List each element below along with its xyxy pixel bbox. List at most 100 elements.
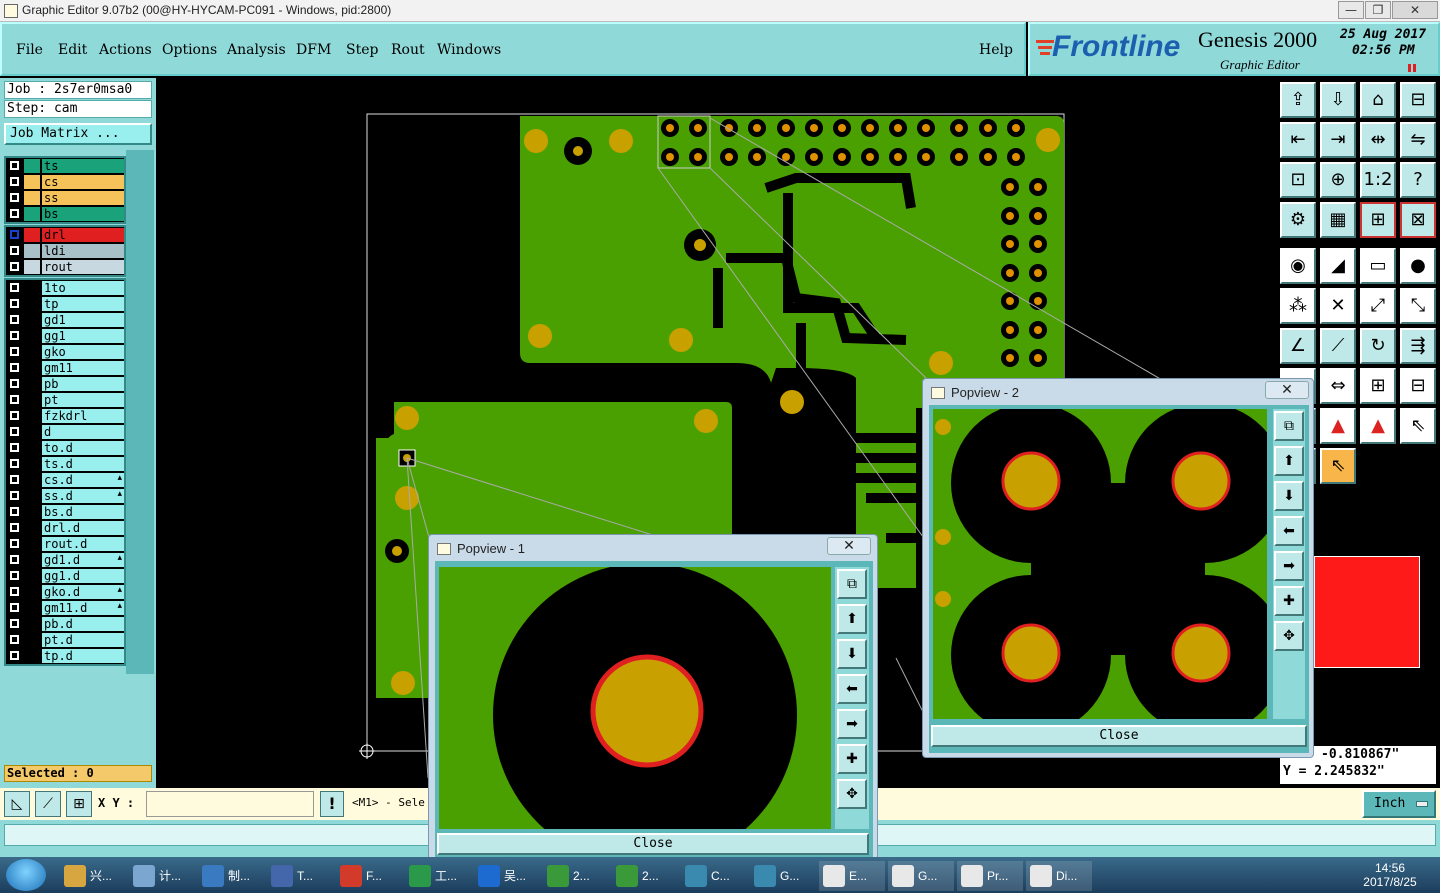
taskbar-item[interactable]: T... [267, 861, 333, 891]
warn-c-icon[interactable]: ▲ [1360, 408, 1396, 444]
menu-options[interactable]: Options [162, 42, 217, 58]
taskbar-item[interactable]: G... [750, 861, 816, 891]
layer-name[interactable]: gd1.d [42, 553, 124, 567]
layer-row[interactable]: 1to [6, 280, 124, 296]
matrix-red-icon[interactable]: ⊞ [1360, 202, 1396, 238]
layer-row[interactable]: drl.d [6, 520, 124, 536]
layer-row[interactable]: ts [6, 158, 124, 174]
layer-row[interactable]: ss [6, 190, 124, 206]
warning-icon[interactable]: ! [320, 791, 344, 817]
layer-name[interactable]: pb [42, 377, 124, 391]
flip-icon[interactable]: ⇹ [1360, 122, 1396, 158]
layer-checkbox[interactable] [9, 538, 20, 549]
layer-checkbox[interactable] [9, 176, 20, 187]
select-c-icon[interactable]: ⇖ [1320, 448, 1356, 484]
layer-name[interactable]: rout.d [42, 537, 124, 551]
layer-checkbox[interactable] [9, 426, 20, 437]
zoom-home-icon[interactable]: ⇪ [1280, 82, 1316, 118]
select-a-icon[interactable]: ⇖ [1400, 408, 1436, 444]
close-window-button[interactable]: ✕ [1392, 1, 1438, 19]
ruler-icon[interactable]: ▭ [1360, 248, 1396, 284]
dot-icon[interactable]: ● [1400, 248, 1436, 284]
layer-row[interactable]: bs.d [6, 504, 124, 520]
group-icon[interactable]: ⊟ [1400, 368, 1436, 404]
layer-checkbox[interactable] [9, 506, 20, 517]
full-view-icon[interactable]: ⊟ [1400, 82, 1436, 118]
layer-checkbox[interactable] [9, 298, 20, 309]
layer-row[interactable]: bs [6, 206, 124, 222]
system-clock[interactable]: 14:56 2017/8/25 [1345, 861, 1435, 891]
layer-row[interactable]: gd1.d ▴ [6, 552, 124, 568]
layer-row[interactable]: pt [6, 392, 124, 408]
layer-checkbox[interactable] [9, 602, 20, 613]
zoom-out-icon[interactable]: ✥ [837, 779, 867, 809]
layer-checkbox[interactable] [9, 650, 20, 661]
layer-name[interactable]: to.d [42, 441, 124, 455]
layer-checkbox[interactable] [9, 208, 20, 219]
line-color-icon[interactable]: ◢ [1320, 248, 1356, 284]
pan-down-icon[interactable]: ⬇ [837, 639, 867, 669]
menu-windows[interactable]: Windows [437, 42, 501, 58]
layer-name[interactable]: pt.d [42, 633, 124, 647]
measure-a-icon[interactable]: ⤢ [1360, 288, 1396, 324]
stretch-icon[interactable]: ⇔ [1320, 368, 1356, 404]
layer-row[interactable]: pb [6, 376, 124, 392]
angle-icon[interactable]: ∠ [1280, 328, 1316, 364]
layer-row[interactable]: fzkdrl [6, 408, 124, 424]
layer-name[interactable]: ts.d [42, 457, 124, 471]
swap-icon[interactable]: ⇋ [1400, 122, 1436, 158]
layer-row[interactable]: gd1 [6, 312, 124, 328]
menu-help[interactable]: Help [979, 42, 1013, 58]
taskbar-item[interactable]: 制... [198, 861, 264, 891]
layer-row[interactable]: pt.d [6, 632, 124, 648]
pan-right-icon[interactable]: ➡ [837, 709, 867, 739]
menu-actions[interactable]: Actions [99, 42, 152, 58]
maximize-button[interactable]: ❐ [1365, 1, 1391, 19]
layer-checkbox[interactable] [9, 314, 20, 325]
pan-right-icon[interactable]: ⇥ [1320, 122, 1356, 158]
taskbar-item[interactable]: 2... [612, 861, 678, 891]
layer-name[interactable]: ts [42, 159, 124, 173]
taskbar-item[interactable]: E... [819, 861, 885, 891]
flip-lines-icon[interactable]: ⇶ [1400, 328, 1436, 364]
grid-icon[interactable]: ▦ [1320, 202, 1356, 238]
taskbar-item[interactable]: F... [336, 861, 402, 891]
layer-name[interactable]: gko.d [42, 585, 124, 599]
layer-row[interactable]: gko.d ▴ [6, 584, 124, 600]
zoom-fit-icon[interactable]: ⧉ [837, 569, 867, 599]
nodes-icon[interactable]: ⁂ [1280, 288, 1316, 324]
layer-row[interactable]: tp [6, 296, 124, 312]
layer-checkbox[interactable] [9, 570, 20, 581]
layer-row[interactable]: pb.d [6, 616, 124, 632]
layer-row[interactable]: cs [6, 174, 124, 190]
layer-checkbox[interactable] [9, 394, 20, 405]
layer-name[interactable]: fzkdrl [42, 409, 124, 423]
fit-icon[interactable]: ⊡ [1280, 162, 1316, 198]
menu-analysis[interactable]: Analysis [227, 42, 286, 58]
layer-name[interactable]: gm11.d [42, 601, 124, 615]
layer-row[interactable]: to.d [6, 440, 124, 456]
layer-checkbox[interactable] [9, 261, 20, 272]
taskbar-item[interactable]: 工... [405, 861, 471, 891]
slope-icon[interactable]: ⟋ [1320, 328, 1356, 364]
taskbar-item[interactable]: G... [888, 861, 954, 891]
zoom-back-icon[interactable]: ⇩ [1320, 82, 1356, 118]
layer-name[interactable]: drl [42, 228, 124, 242]
layer-row[interactable]: d [6, 424, 124, 440]
taskbar-item[interactable]: 2... [543, 861, 609, 891]
matrix-red-2-icon[interactable]: ⊠ [1400, 202, 1436, 238]
layer-checkbox[interactable] [9, 346, 20, 357]
layer-row[interactable]: ss.d ▴ [6, 488, 124, 504]
layer-name[interactable]: tp [42, 297, 124, 311]
units-selector[interactable]: Inch [1362, 790, 1436, 818]
layer-checkbox[interactable] [9, 458, 20, 469]
layer-name[interactable]: cs.d [42, 473, 124, 487]
layer-name[interactable]: ss.d [42, 489, 124, 503]
popview-2-close-button[interactable]: Close [931, 725, 1307, 747]
pan-right-icon[interactable]: ➡ [1274, 551, 1304, 581]
taskbar-item[interactable]: 兴... [60, 861, 126, 891]
layer-name[interactable]: gg1 [42, 329, 124, 343]
layer-row[interactable]: cs.d ▴ [6, 472, 124, 488]
layer-row[interactable]: gg1.d [6, 568, 124, 584]
layer-checkbox[interactable] [9, 410, 20, 421]
